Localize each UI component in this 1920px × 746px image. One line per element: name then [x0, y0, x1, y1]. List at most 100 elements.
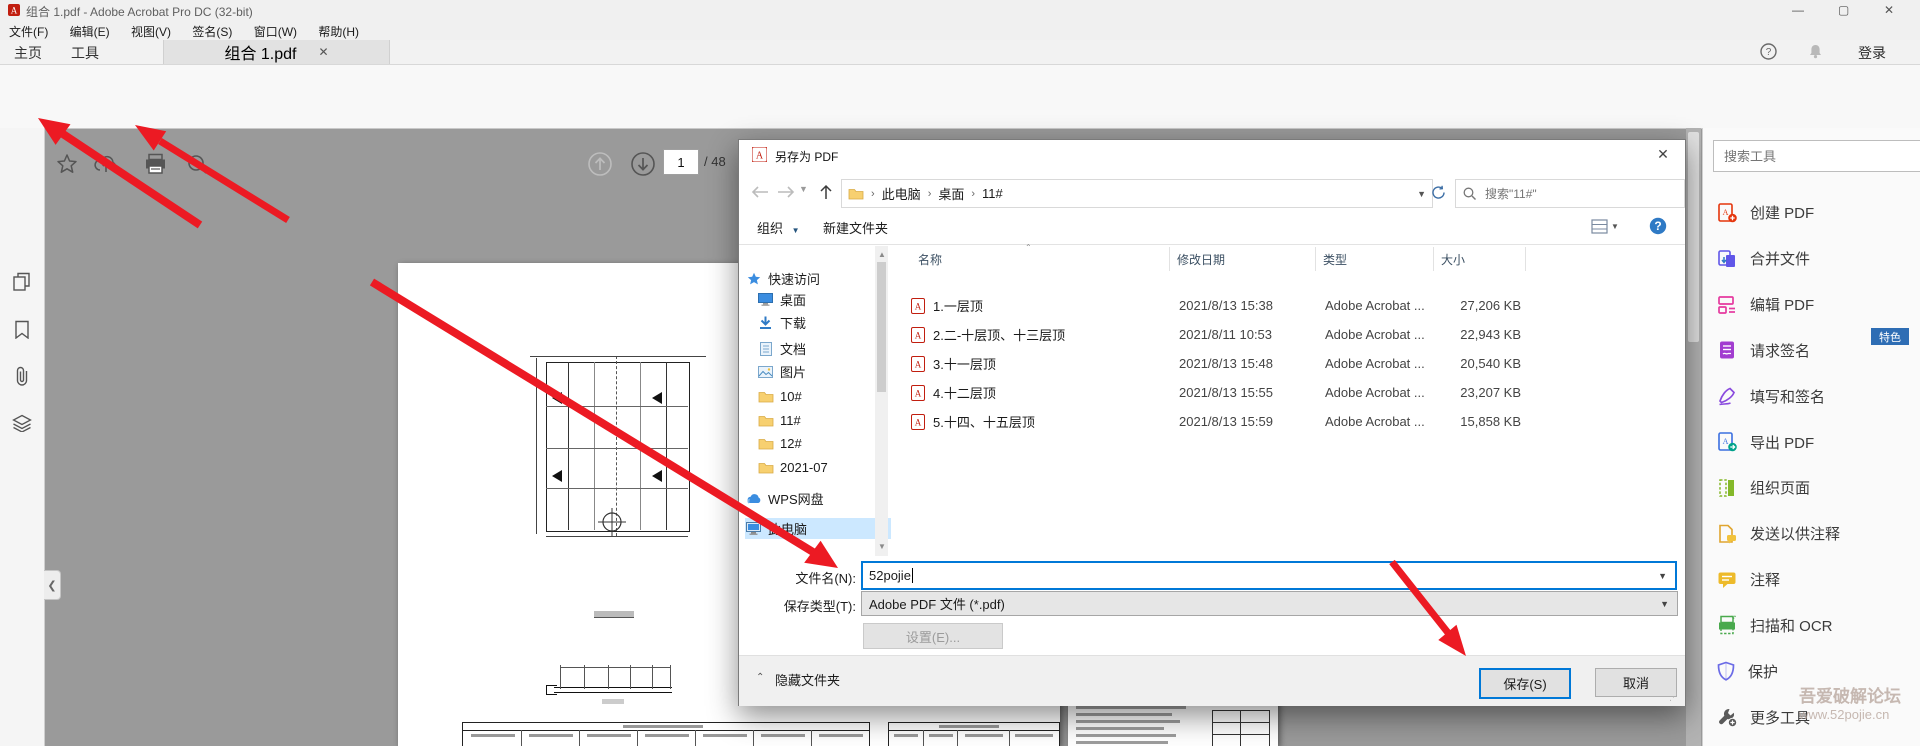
dialog-close-button[interactable]: ✕ [1641, 140, 1685, 168]
filename-input[interactable]: 52pojie ▼ [861, 561, 1677, 590]
close-button[interactable]: ✕ [1884, 3, 1894, 17]
column-header-date[interactable]: 修改日期 [1177, 251, 1225, 268]
file-row[interactable]: A 2.二-十层顶、十三层顶 2021/8/11 10:53 Adobe Acr… [911, 321, 1523, 348]
chevron-down-icon[interactable]: ▼ [1658, 571, 1667, 581]
scroll-up-icon[interactable]: ▲ [878, 250, 886, 259]
layers-button[interactable] [11, 412, 33, 434]
new-folder-button[interactable]: 新建文件夹 [823, 218, 888, 237]
dialog-search-input[interactable] [1483, 186, 1647, 202]
page-number-input[interactable]: 1 [663, 149, 699, 175]
sidebar-scrollbar[interactable]: ▲ ▼ [875, 246, 888, 556]
search-menu-button[interactable] [180, 147, 214, 181]
column-divider[interactable] [1525, 247, 1526, 271]
pdf-table-1 [462, 722, 870, 746]
sidebar-item-folder-2021-07[interactable]: 2021-07 [757, 457, 891, 478]
sidebar-item-folder-11[interactable]: 11# [757, 410, 891, 431]
combine-files-icon [1717, 249, 1737, 269]
tools-search-box[interactable] [1713, 140, 1920, 172]
tool-organize-pages[interactable]: 组织页面 [1703, 465, 1920, 511]
organize-button[interactable]: 组织 ▼ [757, 218, 800, 237]
collapse-panel-handle[interactable]: ❮ [44, 570, 61, 600]
column-header-name[interactable]: 名称 [918, 251, 942, 268]
sidebar-item-folder-12[interactable]: 12# [757, 433, 891, 454]
scroll-down-icon[interactable]: ▼ [878, 542, 886, 551]
featured-badge: 特色 [1871, 328, 1909, 345]
file-row[interactable]: A 3.十一层顶 2021/8/13 15:48 Adobe Acrobat .… [911, 350, 1523, 377]
nav-history-dropdown[interactable]: ▼ [799, 184, 808, 194]
breadcrumb-desktop[interactable]: 桌面 [938, 184, 964, 203]
tab-tools[interactable]: 工具 [71, 43, 99, 63]
tool-fill-sign[interactable]: 填写和签名 [1703, 373, 1920, 419]
comment-icon [1717, 571, 1737, 589]
column-divider[interactable] [1315, 247, 1316, 271]
tool-combine-files[interactable]: 合并文件 [1703, 236, 1920, 282]
watermark-line1: 吾爱破解论坛 [1799, 686, 1920, 707]
file-row[interactable]: A 1.一层顶 2021/8/13 15:38 Adobe Acrobat ..… [911, 292, 1523, 319]
document-scrollbar[interactable] [1686, 128, 1701, 746]
svg-text:A: A [915, 417, 922, 427]
next-page-button[interactable] [626, 147, 660, 181]
arrow-up-icon [819, 184, 833, 200]
bookmarks-button[interactable] [11, 318, 33, 340]
scrollbar-thumb[interactable] [877, 262, 886, 392]
breadcrumb-bar[interactable]: › 此电脑 › 桌面 › 11# ▼ [841, 179, 1433, 208]
hide-folders-button[interactable]: 隐藏文件夹 [775, 670, 840, 689]
sidebar-item-quick-access[interactable]: 快速访问 [745, 268, 879, 289]
dialog-help-button[interactable]: ? [1649, 217, 1667, 235]
nav-forward-button[interactable] [773, 179, 799, 205]
help-icon[interactable]: ? [1760, 43, 1777, 60]
breadcrumb-folder-11[interactable]: 11# [982, 186, 1003, 201]
sidebar-item-downloads[interactable]: 下载 [757, 312, 891, 333]
sidebar-item-wps-cloud[interactable]: WPS网盘 [745, 488, 879, 509]
minimize-button[interactable]: — [1792, 3, 1804, 17]
dialog-search-box[interactable] [1455, 179, 1685, 208]
column-divider[interactable] [1433, 247, 1434, 271]
resize-grip[interactable]: ⋰ [1669, 692, 1679, 703]
sidebar-item-documents[interactable]: 文档 [757, 338, 891, 359]
column-header-type[interactable]: 类型 [1323, 251, 1347, 268]
attachments-button[interactable] [11, 365, 33, 387]
print-button[interactable] [138, 147, 172, 181]
nav-back-button[interactable] [747, 179, 773, 205]
tab-document[interactable]: 组合 1.pdf ✕ [163, 40, 390, 64]
notifications-bell-icon[interactable] [1808, 44, 1823, 59]
previous-page-button[interactable] [583, 147, 617, 181]
star-favorites-button[interactable] [50, 147, 84, 181]
tool-create-pdf[interactable]: A 创建 PDF [1703, 190, 1920, 236]
refresh-button[interactable] [1425, 179, 1451, 206]
tab-close-icon[interactable]: ✕ [318, 45, 328, 59]
settings-button[interactable]: 设置(E)... [863, 623, 1003, 649]
sidebar-item-this-pc[interactable]: 此电脑 [745, 518, 891, 539]
sign-in-link[interactable]: 登录 [1858, 43, 1886, 63]
sidebar-item-label: 2021-07 [780, 460, 828, 475]
svg-text:?: ? [1766, 47, 1772, 58]
save-confirm-button[interactable]: 保存(S) [1479, 668, 1571, 699]
view-mode-button[interactable] [1591, 219, 1608, 234]
savetype-value: Adobe PDF 文件 (*.pdf) [869, 594, 1005, 613]
breadcrumb-this-pc[interactable]: 此电脑 [882, 184, 921, 203]
tab-home[interactable]: 主页 [14, 43, 42, 63]
tool-comment[interactable]: 注释 [1703, 557, 1920, 603]
tool-export-pdf[interactable]: A 导出 PDF [1703, 419, 1920, 465]
scrollbar-thumb[interactable] [1688, 132, 1699, 342]
file-row[interactable]: A 4.十二层顶 2021/8/13 15:55 Adobe Acrobat .… [911, 379, 1523, 406]
page-thumbnails-button[interactable] [11, 270, 33, 292]
share-upload-button[interactable] [89, 147, 123, 181]
view-mode-dropdown-icon[interactable]: ▼ [1611, 222, 1619, 231]
savetype-dropdown[interactable]: Adobe PDF 文件 (*.pdf) ▼ [861, 591, 1678, 616]
file-name: 1.一层顶 [933, 296, 1179, 315]
maximize-button[interactable]: ▢ [1838, 3, 1849, 17]
column-header-size[interactable]: 大小 [1441, 251, 1465, 268]
cancel-dialog-button[interactable]: 取消 [1595, 668, 1677, 697]
sidebar-item-desktop[interactable]: 桌面 [757, 289, 891, 310]
tool-scan-ocr[interactable]: 扫描和 OCR [1703, 602, 1920, 648]
tool-send-for-comments[interactable]: 发送以供注释 [1703, 511, 1920, 557]
dialog-title-bar[interactable]: A 另存为 PDF ✕ [739, 140, 1685, 170]
sidebar-item-folder-10[interactable]: 10# [757, 386, 891, 407]
nav-up-button[interactable] [813, 179, 839, 205]
sidebar-item-pictures[interactable]: 图片 [757, 361, 891, 382]
file-row[interactable]: A 5.十四、十五层顶 2021/8/13 15:59 Adobe Acroba… [911, 408, 1523, 435]
tools-search-input[interactable] [1722, 148, 1918, 165]
tool-edit-pdf[interactable]: 编辑 PDF [1703, 282, 1920, 328]
column-divider[interactable] [1169, 247, 1170, 271]
